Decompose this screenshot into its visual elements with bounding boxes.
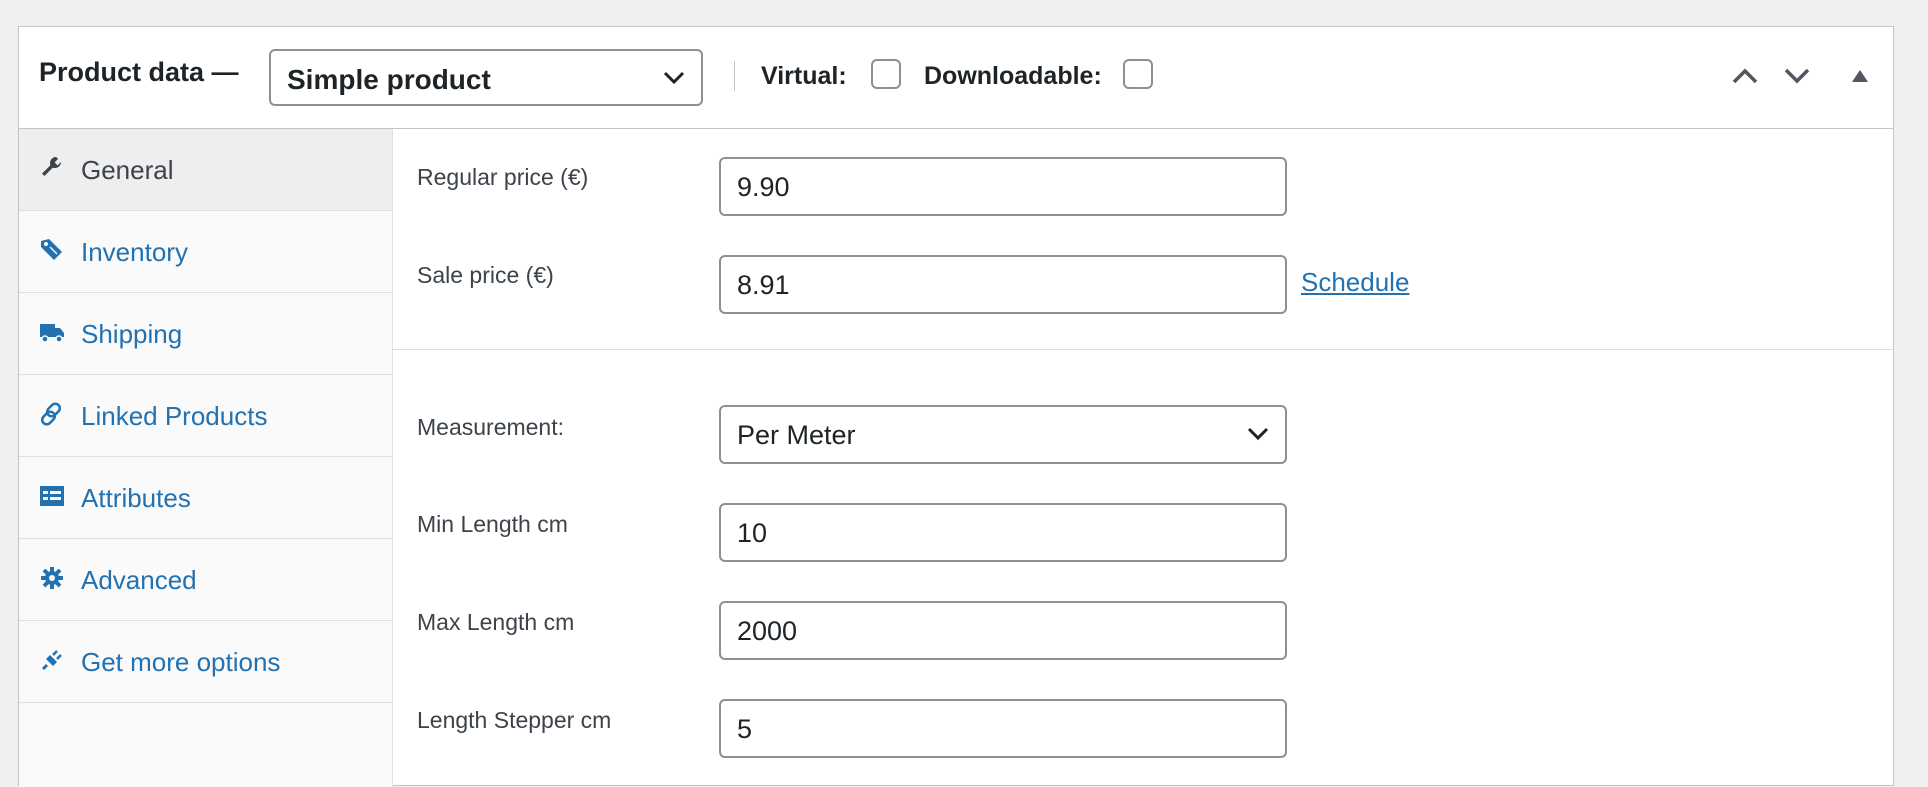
tab-label: Advanced	[81, 565, 197, 595]
regular-price-input[interactable]: 9.90	[719, 157, 1287, 216]
plugin-icon	[41, 650, 62, 671]
tab-label: Get more options	[81, 647, 281, 677]
max-length-value: 2000	[737, 616, 798, 646]
virtual-checkbox[interactable]	[871, 59, 901, 89]
panel-title: Product data —	[39, 57, 239, 87]
tab-advanced[interactable]: Advanced	[19, 539, 392, 621]
tag-icon	[41, 239, 62, 260]
product-type-select[interactable]: Simple product	[269, 49, 703, 106]
measurement-select[interactable]: Per Meter	[719, 405, 1287, 464]
measurement-value: Per Meter	[737, 420, 856, 450]
tab-inventory[interactable]: Inventory	[19, 211, 392, 293]
section-divider	[393, 349, 1895, 350]
length-stepper-label: Length Stepper cm	[417, 707, 612, 733]
list-card-icon	[40, 486, 64, 506]
truck-icon	[40, 324, 64, 343]
downloadable-checkbox[interactable]	[1123, 59, 1153, 89]
tab-shipping[interactable]: Shipping	[19, 293, 392, 375]
tab-get-more-options[interactable]: Get more options	[19, 621, 392, 703]
tab-label: Attributes	[81, 483, 191, 513]
max-length-label: Max Length cm	[417, 609, 575, 635]
product-data-header: Product data — Simple product Virtual: D…	[19, 27, 1893, 129]
sale-price-value: 8.91	[737, 270, 790, 300]
toggle-panel-icon[interactable]	[1851, 69, 1869, 83]
schedule-link[interactable]: Schedule	[1301, 267, 1409, 298]
header-divider	[734, 61, 735, 91]
tab-label: Linked Products	[81, 401, 268, 431]
measurement-label: Measurement:	[417, 414, 565, 440]
move-down-icon[interactable]	[1783, 67, 1811, 85]
min-length-label: Min Length cm	[417, 511, 568, 537]
regular-price-value: 9.90	[737, 172, 790, 202]
sale-price-label: Sale price (€)	[417, 262, 554, 288]
min-length-value: 10	[737, 518, 768, 548]
min-length-input[interactable]: 10	[719, 503, 1287, 562]
tab-attributes[interactable]: Attributes	[19, 457, 392, 539]
product-type-value: Simple product	[287, 64, 491, 95]
move-up-icon[interactable]	[1731, 67, 1759, 85]
max-length-input[interactable]: 2000	[719, 601, 1287, 660]
tab-label: Shipping	[81, 319, 183, 349]
tab-general[interactable]: General	[19, 129, 392, 211]
product-data-panel: Product data — Simple product Virtual: D…	[18, 26, 1895, 787]
tab-label: Inventory	[81, 237, 188, 267]
downloadable-label: Downloadable:	[924, 62, 1102, 90]
general-tab-panel: Regular price (€) 9.90 Sale price (€) 8.…	[393, 129, 1895, 787]
link-icon	[40, 402, 62, 426]
length-stepper-value: 5	[737, 714, 753, 744]
gear-icon	[41, 567, 63, 589]
tab-label: General	[81, 155, 174, 185]
chevron-down-icon	[1247, 427, 1269, 441]
sale-price-input[interactable]: 8.91	[719, 255, 1287, 314]
tab-linked-products[interactable]: Linked Products	[19, 375, 392, 457]
chevron-down-icon	[663, 71, 685, 85]
virtual-label: Virtual:	[761, 62, 847, 90]
product-data-tabs: General Inventory Shipping Linked Produc…	[19, 129, 393, 787]
wrench-icon	[42, 156, 62, 176]
length-stepper-input[interactable]: 5	[719, 699, 1287, 758]
regular-price-label: Regular price (€)	[417, 164, 589, 190]
